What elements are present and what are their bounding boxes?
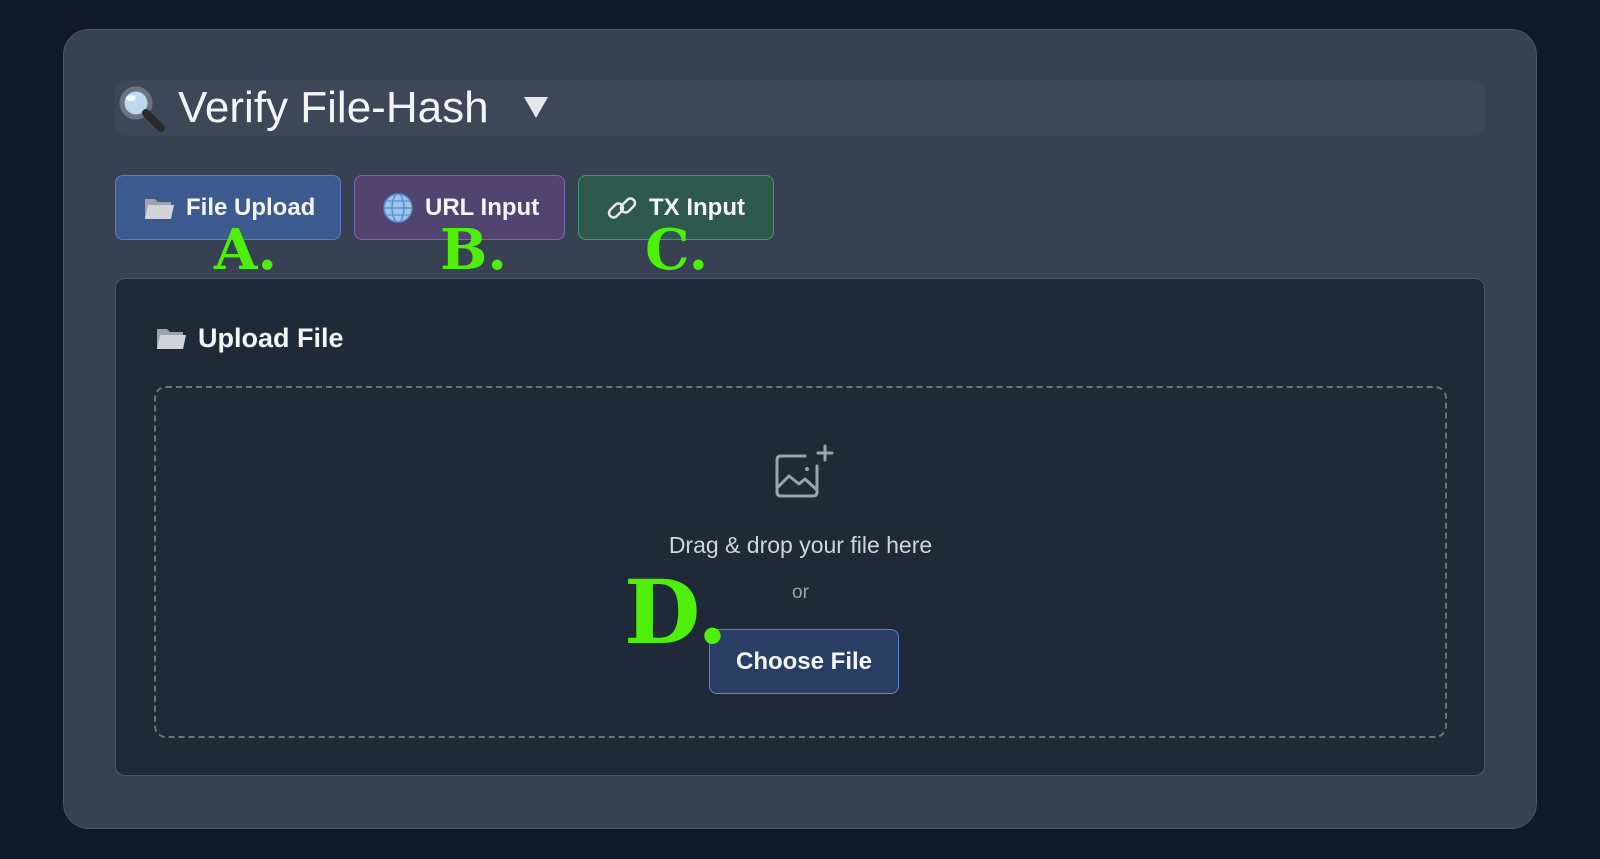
triangle-down-icon[interactable] <box>523 94 549 120</box>
file-dropzone[interactable]: Drag & drop your file here or Choose Fil… <box>154 386 1447 738</box>
verify-header[interactable]: Verify File-Hash <box>115 80 1485 136</box>
drag-drop-text: Drag & drop your file here <box>668 532 933 558</box>
folder-icon <box>145 198 174 219</box>
page-title: Verify File-Hash <box>178 83 489 132</box>
marker-a: A. <box>214 217 277 283</box>
marker-b: B. <box>440 217 507 283</box>
upload-panel: Upload File Drag & drop your file here o… <box>115 278 1485 776</box>
image-add-icon <box>775 444 834 498</box>
or-text: or <box>792 582 809 603</box>
marker-d: D. <box>624 560 728 664</box>
marker-c: C. <box>645 217 709 283</box>
globe-icon <box>383 192 413 223</box>
folder-icon <box>157 329 186 349</box>
magnifier-icon <box>119 86 165 132</box>
link-icon <box>607 196 637 219</box>
panel-title-label: Upload File <box>198 322 344 353</box>
panel-title: Upload File <box>154 321 344 355</box>
choose-file-button[interactable]: Choose File <box>709 629 899 694</box>
